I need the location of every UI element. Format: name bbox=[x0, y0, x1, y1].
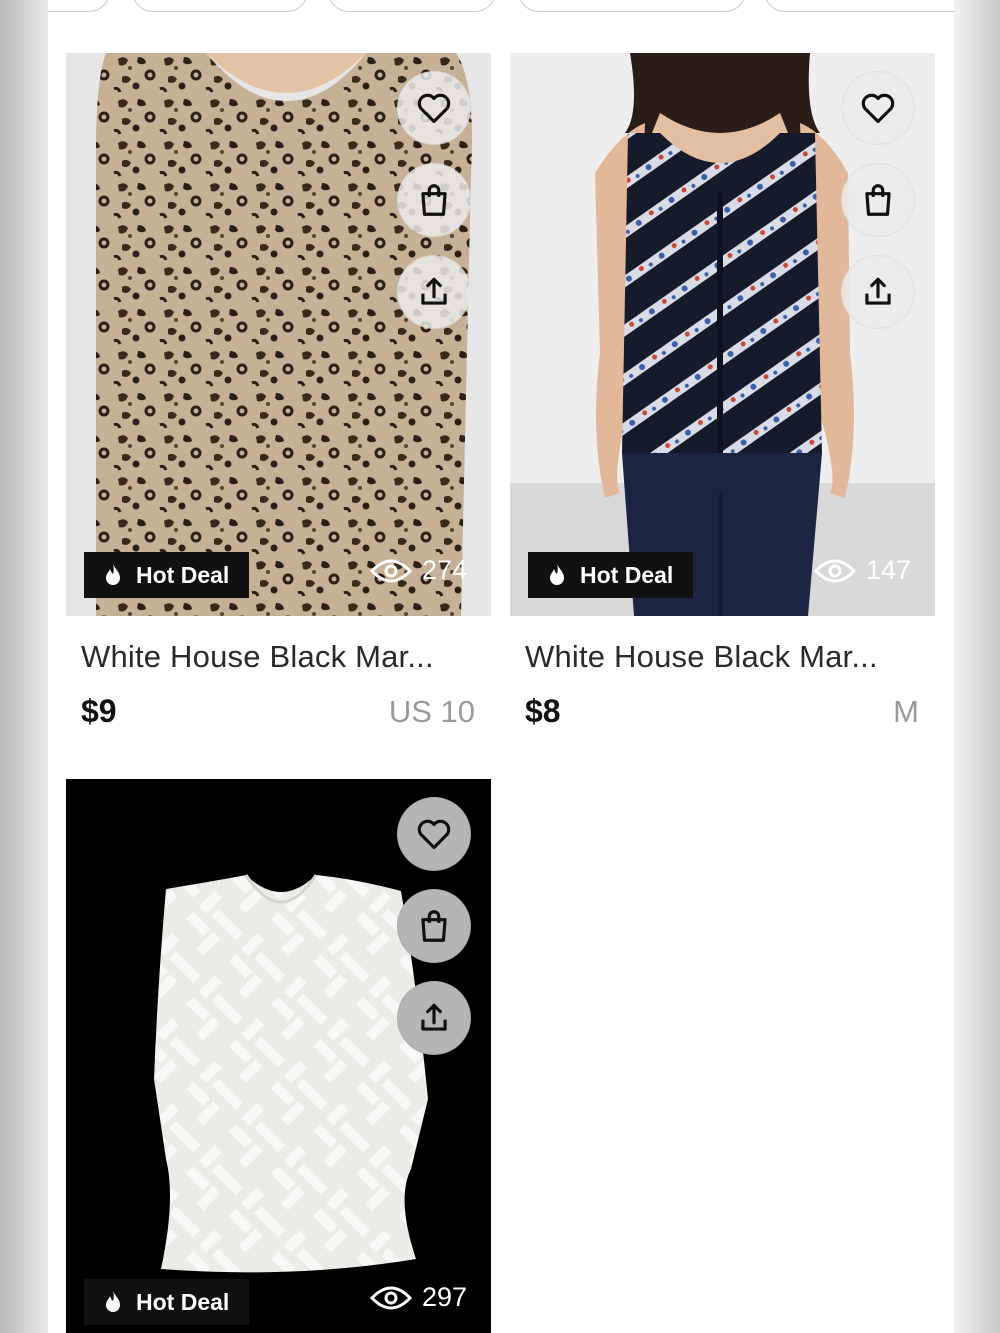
add-to-bag-button[interactable] bbox=[397, 163, 471, 237]
listing-image[interactable]: Hot Deal 274 bbox=[66, 53, 491, 616]
heart-icon bbox=[417, 93, 451, 124]
hot-deal-badge: Hot Deal bbox=[528, 552, 694, 598]
add-to-bag-button[interactable] bbox=[397, 889, 471, 963]
background-right bbox=[954, 0, 1000, 1333]
hot-deal-badge: Hot Deal bbox=[84, 552, 250, 598]
share-icon bbox=[865, 277, 891, 305]
badge-label: Hot Deal bbox=[136, 561, 230, 588]
badge-label: Hot Deal bbox=[136, 1288, 230, 1315]
filter-chip[interactable] bbox=[328, 0, 496, 12]
share-button[interactable] bbox=[397, 255, 471, 329]
share-button[interactable] bbox=[841, 255, 915, 329]
filter-chips-bar bbox=[48, 0, 954, 12]
listing-title[interactable]: White House Black Mar... bbox=[525, 639, 878, 675]
flame-icon bbox=[106, 564, 120, 585]
view-count-value: 274 bbox=[421, 555, 467, 585]
listing-size: M bbox=[893, 694, 919, 729]
eye-icon bbox=[813, 559, 856, 582]
favorite-button[interactable] bbox=[841, 71, 915, 145]
shopping-bag-icon bbox=[865, 184, 891, 216]
listing-price: $9 bbox=[81, 693, 117, 729]
share-icon bbox=[421, 1003, 447, 1031]
share-icon bbox=[421, 277, 447, 305]
heart-icon bbox=[861, 93, 895, 124]
filter-chip[interactable] bbox=[132, 0, 308, 12]
shopping-bag-icon bbox=[421, 184, 447, 216]
listing-feed: Hot Deal 274 White House Black Mar... $9… bbox=[48, 0, 954, 1333]
eye-icon bbox=[369, 559, 412, 582]
view-count-value: 147 bbox=[865, 555, 911, 585]
listing-price: $8 bbox=[525, 693, 561, 729]
view-count: 147 bbox=[813, 555, 911, 586]
listing-size: US 10 bbox=[388, 694, 475, 729]
listing-card[interactable]: Hot Deal 274 White House Black Mar... $9… bbox=[66, 53, 491, 729]
eye-icon bbox=[369, 1286, 412, 1309]
hot-deal-badge: Hot Deal bbox=[84, 1279, 250, 1325]
listing-card[interactable]: Hot Deal 147 White House Black Mar... $8… bbox=[510, 53, 935, 729]
listing-image[interactable]: Hot Deal 147 bbox=[510, 53, 935, 616]
view-count-value: 297 bbox=[421, 1282, 467, 1312]
heart-icon bbox=[417, 819, 451, 850]
listing-card[interactable]: Hot Deal 297 bbox=[66, 779, 491, 1333]
view-count: 274 bbox=[369, 555, 467, 586]
filter-chip[interactable] bbox=[764, 0, 954, 12]
filter-chip[interactable] bbox=[48, 0, 110, 12]
flame-icon bbox=[550, 564, 564, 585]
add-to-bag-button[interactable] bbox=[841, 163, 915, 237]
listing-title[interactable]: White House Black Mar... bbox=[81, 639, 434, 675]
flame-icon bbox=[106, 1291, 120, 1312]
favorite-button[interactable] bbox=[397, 71, 471, 145]
filter-chip[interactable] bbox=[518, 0, 746, 12]
badge-label: Hot Deal bbox=[580, 561, 674, 588]
share-button[interactable] bbox=[397, 981, 471, 1055]
view-count: 297 bbox=[369, 1282, 467, 1313]
background-left bbox=[0, 0, 48, 1333]
shopping-bag-icon bbox=[421, 910, 447, 942]
listing-image[interactable]: Hot Deal 297 bbox=[66, 779, 491, 1333]
favorite-button[interactable] bbox=[397, 797, 471, 871]
